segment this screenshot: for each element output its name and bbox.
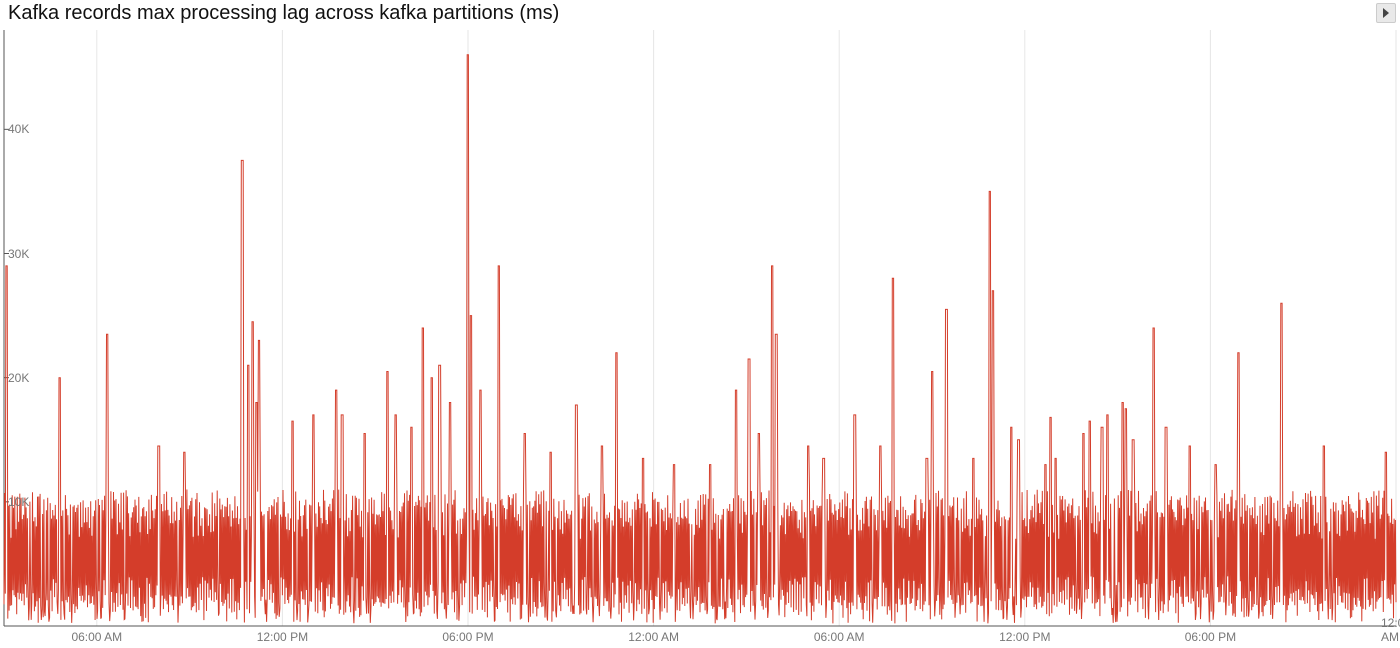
x-tick-label: 12:00 AM: [628, 630, 679, 644]
x-tick-label: 06:00 AM: [71, 630, 122, 644]
y-tick-label: 40K: [8, 122, 29, 136]
chart-svg: [0, 30, 1400, 648]
y-tick-label: 30K: [8, 247, 29, 261]
x-tick-label: 06:00 AM: [814, 630, 865, 644]
x-tick-label: 06:00 PM: [1185, 630, 1236, 644]
y-tick-label: 20K: [8, 371, 29, 385]
x-tick-label: 12:00 PM: [999, 630, 1050, 644]
chevron-right-icon: [1381, 8, 1391, 18]
chart-title: Kafka records max processing lag across …: [8, 2, 559, 25]
x-tick-label: 12:00 AM: [1381, 616, 1400, 644]
chart-plot-area[interactable]: 10K 20K 30K 40K 06:00 AM 12:00 PM 06:00 PM 12:0…: [0, 30, 1400, 648]
x-tick-label: 06:00 PM: [442, 630, 493, 644]
x-tick-label: 12:00 PM: [257, 630, 308, 644]
y-tick-label: 10K: [8, 495, 29, 509]
panel-expand-button[interactable]: [1376, 3, 1396, 23]
